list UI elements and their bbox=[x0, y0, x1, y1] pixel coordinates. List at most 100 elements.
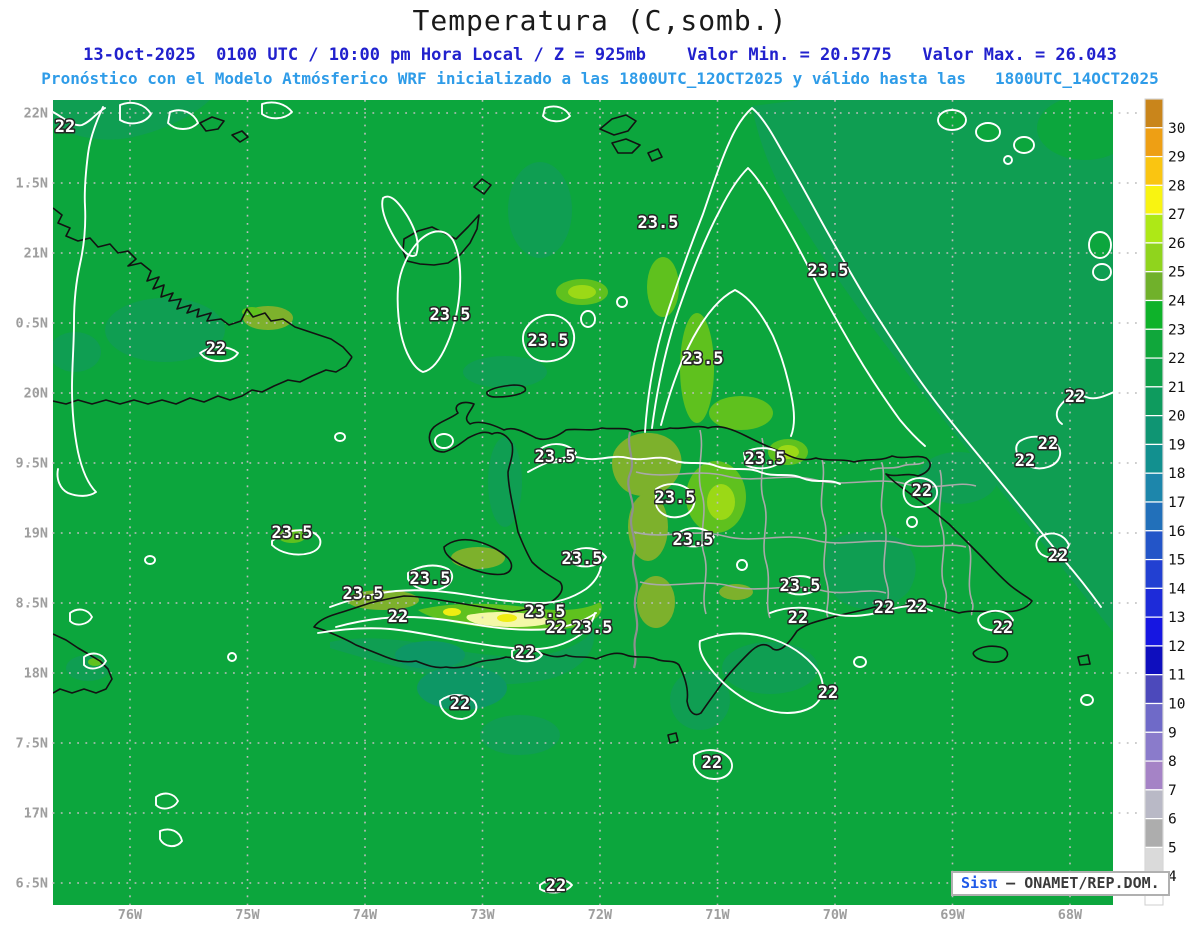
contour-label-23.5: 23.5 bbox=[673, 530, 714, 550]
contour-label-23.5: 23.5 bbox=[572, 618, 613, 638]
temperature-shading bbox=[53, 100, 1113, 905]
colorbar-segment bbox=[1144, 472, 1164, 503]
contour-label-22: 22 bbox=[874, 598, 894, 618]
colorbar-segment bbox=[1144, 98, 1164, 129]
ellipse-shape bbox=[722, 642, 818, 694]
ellipse-shape bbox=[719, 584, 753, 600]
colorbar-tick-label: 15 bbox=[1168, 553, 1185, 569]
subtitle-validtime-minmax: 13-Oct-2025 0100 UTC / 10:00 pm Hora Loc… bbox=[83, 45, 1117, 65]
contour-label-22: 22 bbox=[388, 607, 408, 627]
colorbar-segment bbox=[1144, 127, 1164, 158]
contour-label-22: 22 bbox=[907, 597, 927, 617]
lat-axis-label: 9.5N bbox=[15, 456, 48, 472]
colorbar-segment bbox=[1144, 184, 1164, 215]
colorbar-tick-label: 8 bbox=[1168, 754, 1177, 770]
contour-label-23.5: 23.5 bbox=[272, 523, 313, 543]
colorbar-segment bbox=[1144, 155, 1164, 186]
colorbar-tick-label: 26 bbox=[1168, 236, 1185, 252]
sispi-logo: Sisπ bbox=[961, 874, 998, 892]
ellipse-shape bbox=[488, 437, 522, 527]
page-title: Temperatura (C,somb.) bbox=[412, 4, 788, 37]
contour-label-23.5: 23.5 bbox=[655, 488, 696, 508]
lon-axis-label: 76W bbox=[118, 907, 143, 923]
contour-label-22: 22 bbox=[1048, 546, 1068, 566]
lat-axis-label: 19N bbox=[24, 526, 48, 542]
colorbar-segment bbox=[1144, 299, 1164, 330]
contour-label-23.5: 23.5 bbox=[343, 584, 384, 604]
contour-label-23.5: 23.5 bbox=[808, 261, 849, 281]
contour-label-23.5: 23.5 bbox=[528, 331, 569, 351]
colorbar-segment bbox=[1144, 616, 1164, 647]
colorbar-tick-label: 12 bbox=[1168, 639, 1185, 655]
lon-axis-label: 75W bbox=[235, 907, 260, 923]
lon-axis-label: 74W bbox=[353, 907, 378, 923]
lat-axis-label: 8.5N bbox=[15, 596, 48, 612]
ellipse-shape bbox=[568, 285, 596, 299]
colorbar-tick-label: 17 bbox=[1168, 495, 1185, 511]
colorbar-segment bbox=[1144, 760, 1164, 791]
colorbar-tick-label: 21 bbox=[1168, 380, 1185, 396]
contour-label-23.5: 23.5 bbox=[780, 576, 821, 596]
colorbar-tick-label: 7 bbox=[1168, 783, 1177, 799]
colorbar-tick-label: 19 bbox=[1168, 437, 1185, 453]
contour-label-22: 22 bbox=[818, 683, 838, 703]
contour-label-23.5: 23.5 bbox=[430, 305, 471, 325]
ellipse-shape bbox=[707, 484, 735, 520]
lat-axis-label: 1.5N bbox=[15, 176, 48, 192]
temperature-map-canvas: 2223.523.523.523.522 23.5222223.5 23.5 2222… bbox=[15, 98, 1186, 923]
lon-axis-label: 72W bbox=[588, 907, 613, 923]
attribution-text: – ONAMET/REP.DOM. bbox=[997, 874, 1160, 892]
colorbar-tick-label: 25 bbox=[1168, 265, 1185, 281]
colorbar-segment bbox=[1144, 558, 1164, 589]
colorbar-segment bbox=[1144, 587, 1164, 618]
contour-label-22: 22 bbox=[546, 618, 566, 638]
ellipse-shape bbox=[463, 356, 547, 388]
colorbar-segment bbox=[1144, 271, 1164, 302]
contour-label-23.5: 23.5 bbox=[745, 449, 786, 469]
lat-axis-label: 18N bbox=[24, 666, 48, 682]
lat-axis-label: 6.5N bbox=[15, 876, 48, 892]
colorbar-tick-label: 29 bbox=[1168, 150, 1185, 166]
colorbar-segment bbox=[1144, 702, 1164, 733]
colorbar-segment bbox=[1144, 501, 1164, 532]
lon-axis-label: 73W bbox=[470, 907, 495, 923]
colorbar-segment bbox=[1144, 443, 1164, 474]
contour-label-22: 22 bbox=[702, 753, 722, 773]
contour-label-22: 22 bbox=[1015, 451, 1035, 471]
lat-axis-label: 21N bbox=[24, 246, 48, 262]
ellipse-shape bbox=[53, 332, 101, 372]
colorbar-tick-label: 9 bbox=[1168, 725, 1177, 741]
contour-label-22: 22 bbox=[912, 481, 932, 501]
colorbar-tick-label: 6 bbox=[1168, 812, 1177, 828]
ellipse-shape bbox=[497, 614, 517, 622]
contour-label-23.5: 23.5 bbox=[535, 447, 576, 467]
colorbar-tick-label: 27 bbox=[1168, 207, 1185, 223]
contour-label-23.5: 23.5 bbox=[683, 349, 724, 369]
colorbar-tick-label: 10 bbox=[1168, 697, 1185, 713]
colorbar-tick-label: 22 bbox=[1168, 351, 1185, 367]
lon-axis-label: 69W bbox=[940, 907, 965, 923]
ellipse-shape bbox=[395, 641, 465, 669]
contour-label-22: 22 bbox=[993, 618, 1013, 638]
lat-axis-label: 22N bbox=[24, 106, 48, 122]
colorbar-tick-label: 11 bbox=[1168, 668, 1185, 684]
colorbar-tick-label: 28 bbox=[1168, 178, 1185, 194]
colorbar-tick-label: 24 bbox=[1168, 294, 1186, 310]
contour-label-22: 22 bbox=[546, 876, 566, 896]
lat-axis-label: 7.5N bbox=[15, 736, 48, 752]
lon-axis-label: 70W bbox=[823, 907, 848, 923]
colorbar-segment bbox=[1144, 242, 1164, 273]
colorbar: 30 29 28 27 26 25 24 23 22 21 20 19 18 17 16 15 14 13 12 11… bbox=[1144, 98, 1186, 906]
colorbar-segment bbox=[1144, 415, 1164, 446]
contour-label-22: 22 bbox=[515, 643, 535, 663]
colorbar-segment bbox=[1144, 731, 1164, 762]
contour-label-22: 22 bbox=[450, 694, 470, 714]
lon-axis-label: 68W bbox=[1058, 907, 1083, 923]
colorbar-segment bbox=[1144, 674, 1164, 705]
colorbar-tick-label: 23 bbox=[1168, 322, 1185, 338]
colorbar-segment bbox=[1144, 386, 1164, 417]
contour-label-22: 22 bbox=[1038, 434, 1058, 454]
subtitle-model-run: Pronóstico con el Modelo Atmósferico WRF… bbox=[41, 69, 1159, 88]
ellipse-shape bbox=[709, 396, 773, 430]
contour-label-22: 22 bbox=[55, 117, 75, 137]
